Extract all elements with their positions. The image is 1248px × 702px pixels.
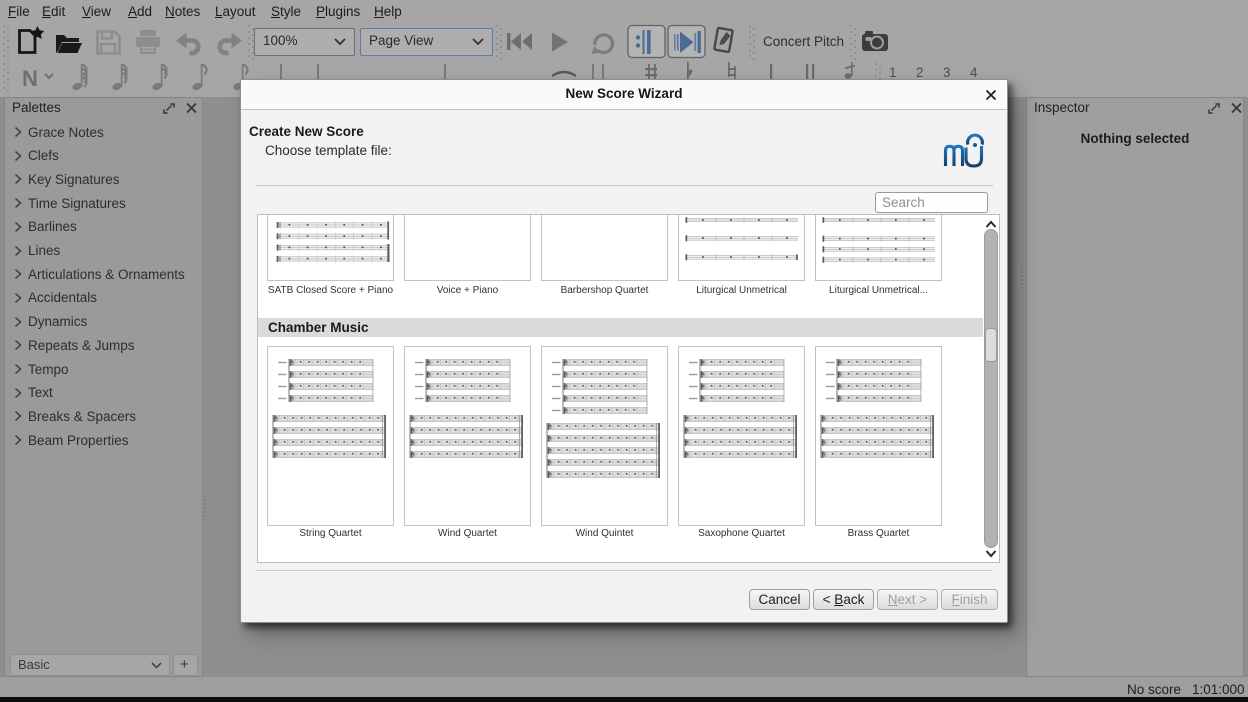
svg-text:3: 3 [943, 65, 951, 80]
svg-text:2: 2 [916, 65, 924, 80]
svg-text:1: 1 [889, 65, 897, 80]
svg-text:N: N [22, 66, 38, 91]
svg-text:4: 4 [970, 65, 978, 80]
